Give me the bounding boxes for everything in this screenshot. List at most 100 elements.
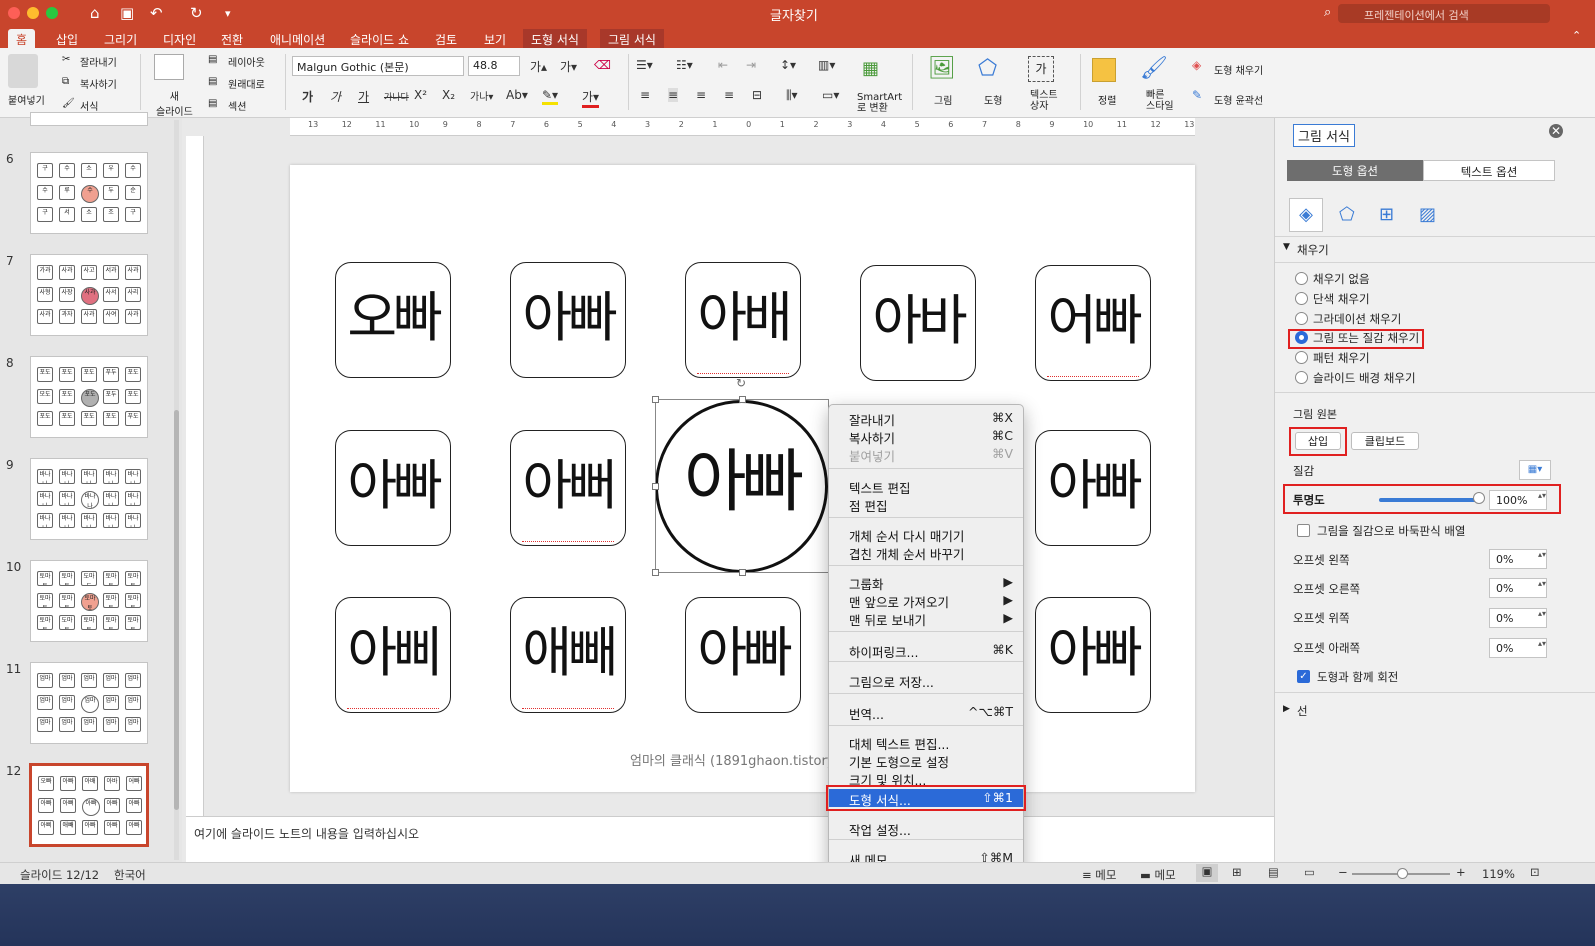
align-text-icon[interactable]: ▭▾ — [822, 88, 839, 102]
fill-line-icon[interactable]: ◈ — [1289, 198, 1323, 232]
tab-home[interactable]: 홈 — [8, 29, 36, 48]
tab-shape-format[interactable]: 도형 서식 — [523, 29, 587, 48]
minimize-window-button[interactable] — [27, 7, 39, 19]
word-card[interactable]: 오빠 — [335, 262, 451, 378]
decrease-indent-icon[interactable]: ⇤ — [718, 58, 728, 72]
shape-outline-button[interactable]: 도형 윤곽선 — [1214, 92, 1263, 107]
resize-handle[interactable] — [739, 569, 746, 576]
shape-fill-icon[interactable]: ◈ — [1192, 58, 1201, 72]
slideshow-icon[interactable]: ▭ — [1304, 865, 1315, 879]
fill-option-label[interactable]: 단색 채우기 — [1313, 291, 1370, 307]
resize-handle[interactable] — [739, 396, 746, 403]
word-card[interactable]: 아빠 — [1035, 597, 1151, 713]
word-card[interactable]: 아빠 — [685, 597, 801, 713]
menu-item[interactable]: 그룹화 ▶ — [829, 573, 1023, 592]
font-color-icon[interactable]: 가▾ — [582, 88, 600, 108]
slide-thumbnail-6[interactable]: 구수소우수수루수두순구서소조구 — [30, 152, 148, 234]
clear-format-icon[interactable]: ⌫ — [594, 58, 611, 72]
line-section-header[interactable]: 선 — [1297, 703, 1308, 719]
menu-item[interactable]: 맨 뒤로 보내기 ▶ — [829, 609, 1023, 628]
menu-item[interactable]: 개체 순서 다시 매기기 — [829, 525, 1023, 544]
close-window-button[interactable] — [8, 7, 20, 19]
slide-thumbnail-9[interactable]: 바나나바나나바나나바나나바나나바나나바나나바나나바나나바나나바나나바나나바나나바… — [30, 458, 148, 540]
tab-slideshow[interactable]: 슬라이드 쇼 — [342, 29, 417, 48]
word-card[interactable]: 아빠 — [510, 262, 626, 378]
textbox-button[interactable]: 텍스트 상자 — [1030, 90, 1058, 112]
menu-item[interactable]: 복사하기 ⌘C — [829, 427, 1023, 446]
menu-item[interactable]: 번역... ^⌥⌘T — [829, 703, 1023, 722]
word-card[interactable]: 어빠 — [1035, 265, 1151, 381]
expand-line-icon[interactable]: ▶ — [1283, 704, 1290, 714]
menu-item[interactable]: 대체 텍스트 편집... — [829, 733, 1023, 752]
tab-draw[interactable]: 그리기 — [96, 29, 145, 48]
shape-fill-button[interactable]: 도형 채우기 — [1214, 62, 1263, 77]
word-card[interactable]: 아바 — [860, 265, 976, 381]
word-card[interactable]: 아삐 — [335, 597, 451, 713]
size-properties-icon[interactable]: ⊞ — [1379, 204, 1394, 225]
menu-item[interactable]: 텍스트 편집 — [829, 477, 1023, 496]
offset-right-input[interactable]: 0% — [1489, 578, 1547, 598]
cut-button[interactable]: 잘라내기 — [80, 54, 117, 69]
word-card[interactable]: 애빼 — [510, 597, 626, 713]
grow-font-icon[interactable]: 가▴ — [530, 58, 547, 75]
tab-shape-options[interactable]: 도형 옵션 — [1287, 160, 1423, 181]
shapes-button[interactable]: 도형 — [984, 92, 1002, 107]
slide-thumbnail-11[interactable]: 엄마 엄마 엄마 엄마 엄마 엄마 엄마 엄마 엄마 엄마 엄마 엄마 엄마 엄마 엄마 — [30, 662, 148, 744]
fit-slide-icon[interactable]: ⊡ — [1530, 865, 1540, 879]
change-case-icon[interactable]: 가나▾ — [470, 88, 493, 103]
font-size-select[interactable]: 48.8 — [468, 56, 520, 76]
word-card[interactable]: 아빠 — [1035, 430, 1151, 546]
increase-indent-icon[interactable]: ⇥ — [746, 58, 756, 72]
format-painter-button[interactable]: 서식 — [80, 98, 98, 113]
tile-checkbox[interactable] — [1297, 524, 1310, 537]
word-card[interactable]: 아배 — [685, 262, 801, 378]
transparency-slider[interactable] — [1379, 498, 1479, 502]
align-center-icon[interactable]: ≡ — [668, 88, 679, 102]
font-name-select[interactable]: Malgun Gothic (본문) — [292, 56, 464, 76]
new-slide-icon[interactable] — [154, 54, 184, 80]
section-button[interactable]: 섹션 — [228, 98, 246, 113]
columns-icon[interactable]: ▥▾ — [818, 58, 835, 72]
fill-option-radio[interactable] — [1295, 351, 1308, 365]
reset-button[interactable]: 원래대로 — [228, 76, 265, 91]
arrange-icon[interactable] — [1092, 58, 1116, 82]
menu-item[interactable]: 기본 도형으로 설정 — [829, 751, 1023, 770]
tab-insert[interactable]: 삽입 — [48, 29, 86, 48]
smartart-icon[interactable]: ▦ — [862, 58, 879, 79]
text-effects-icon[interactable]: Ab▾ — [506, 88, 528, 102]
offset-left-input[interactable]: 0% — [1489, 549, 1547, 569]
quick-styles-button[interactable]: 빠른 스타일 — [1146, 90, 1174, 112]
italic-icon[interactable]: 가 — [330, 88, 341, 105]
underline-icon[interactable]: 가 — [358, 88, 369, 105]
normal-view-icon[interactable]: ▣ — [1196, 864, 1218, 882]
scrollbar-thumb[interactable] — [174, 410, 179, 810]
word-card[interactable]: 아빠 — [335, 430, 451, 546]
slide-thumbnail-8[interactable]: 포도 포도 포도 푸두 포도 모도 포도 포도 포두 포도 포도 포도 포도 포도 푸도 — [30, 356, 148, 438]
tab-transitions[interactable]: 전환 — [213, 29, 251, 48]
expand-fill-icon[interactable]: ▼ — [1283, 242, 1290, 252]
resize-handle[interactable] — [652, 483, 659, 490]
zoom-slider-thumb[interactable] — [1397, 868, 1408, 879]
notes-toggle[interactable]: ≡ 메모 — [1082, 867, 1116, 883]
layout-button[interactable]: 레이아웃 — [228, 54, 265, 69]
bold-icon[interactable]: 가 — [302, 88, 313, 105]
text-direction-icon[interactable]: ⫼▾ — [786, 88, 798, 103]
search-input[interactable]: 프레젠테이션에서 검색 — [1338, 4, 1550, 23]
clipboard-icon[interactable] — [8, 54, 38, 88]
zoom-in-icon[interactable]: + — [1456, 865, 1466, 879]
menu-item[interactable]: 겹친 개체 순서 바꾸기 — [829, 543, 1023, 562]
resize-handle[interactable] — [652, 396, 659, 403]
slide-12[interactable]: 오빠 아빠 아배 아바 어빠 아빠 아뻐 아빠 아삐 애빼 아빠 아빠 아빠 ↻ 엄마의 클래식 (1… — [290, 165, 1195, 792]
slide-thumbnail-12[interactable]: 오빠 아빠 아배 아바 어빠 아빠 아뻐 아빠 아빠 아빠 아삐 애빼 아빠 아빠 아빠 — [29, 763, 149, 847]
tab-review[interactable]: 검토 — [427, 29, 465, 48]
picture-icon[interactable]: ▨ — [1419, 204, 1436, 225]
arrange-button[interactable]: 정렬 — [1098, 92, 1116, 107]
transparency-input[interactable]: 100% — [1489, 490, 1547, 510]
home-icon[interactable]: ⌂ — [90, 4, 100, 22]
close-pane-icon[interactable]: ✕ — [1549, 124, 1563, 138]
slide-thumbnail-5[interactable] — [30, 112, 148, 126]
distribute-icon[interactable]: ⊟ — [752, 88, 762, 102]
slide-sorter-icon[interactable]: ⊞ — [1232, 865, 1242, 879]
slide-thumbnail-10[interactable]: 토마토토마토도마도토마토토마토토마토토마토토마토토마토토마토토마토도마토토마토토… — [30, 560, 148, 642]
numbering-icon[interactable]: ☷▾ — [676, 58, 693, 72]
